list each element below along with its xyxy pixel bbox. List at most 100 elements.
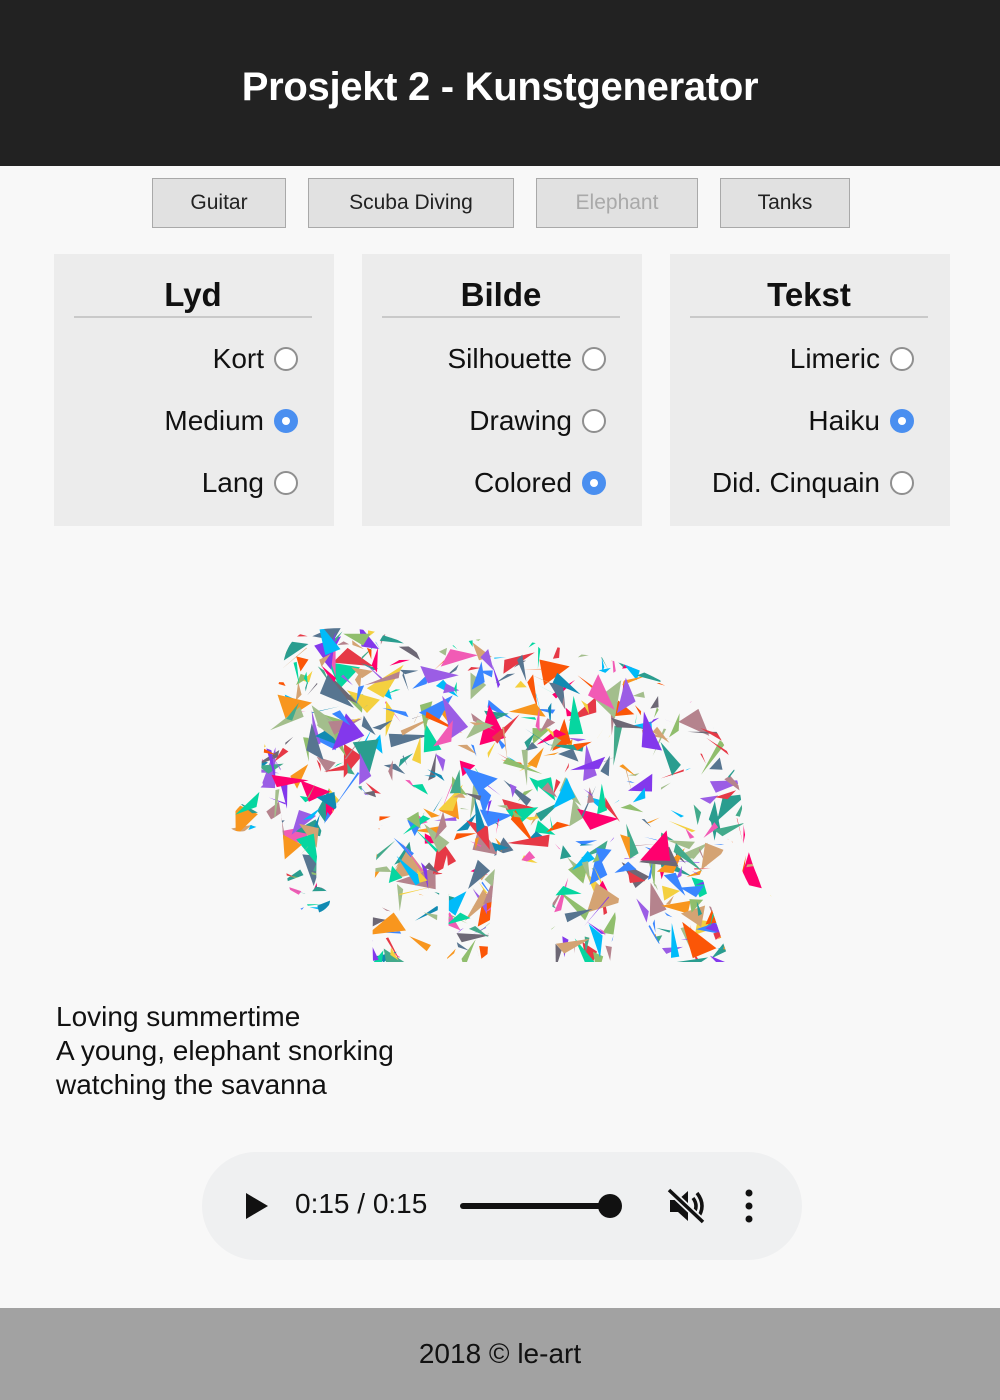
mosaic-shard <box>700 753 706 764</box>
mosaic-shard <box>263 882 284 902</box>
mosaic-shard <box>609 837 615 843</box>
mosaic-shard <box>263 679 271 687</box>
mosaic-shard <box>686 683 697 695</box>
radio-lang[interactable] <box>274 471 298 495</box>
more-vertical-icon[interactable] <box>742 1188 756 1224</box>
mosaic-shard <box>533 890 557 909</box>
option-limeric[interactable]: Limeric <box>790 342 914 376</box>
tab-scuba-diving[interactable]: Scuba Diving <box>308 178 514 228</box>
progress-handle[interactable] <box>598 1194 622 1218</box>
volume-muted-icon[interactable] <box>666 1188 706 1224</box>
mosaic-shard <box>305 931 314 948</box>
mosaic-shard <box>750 927 778 938</box>
mosaic-shard <box>433 643 448 656</box>
mosaic-shard <box>456 942 469 951</box>
mosaic-shard <box>654 707 659 718</box>
radio-silhouette[interactable] <box>582 347 606 371</box>
option-colored[interactable]: Colored <box>474 466 606 500</box>
mosaic-shard <box>235 706 255 732</box>
mosaic-shard <box>654 648 689 675</box>
mosaic-shard <box>664 912 673 918</box>
mosaic-shard <box>681 680 698 697</box>
mosaic-shard <box>285 736 294 745</box>
radio-colored[interactable] <box>582 471 606 495</box>
mosaic-shard <box>532 918 543 924</box>
mosaic-shard <box>225 898 228 926</box>
option-silhouette[interactable]: Silhouette <box>447 342 606 376</box>
mosaic-shard <box>332 647 374 667</box>
radio-drawing[interactable] <box>582 409 606 433</box>
option-drawing[interactable]: Drawing <box>469 404 606 438</box>
mosaic-shard <box>372 840 396 861</box>
mosaic-shard <box>543 752 559 756</box>
mosaic-shard <box>418 893 424 896</box>
mosaic-shard <box>312 885 332 892</box>
mosaic-shard <box>348 802 362 823</box>
mosaic-shard <box>736 905 751 922</box>
mosaic-shard <box>528 639 542 648</box>
mosaic-shard <box>577 654 589 658</box>
mosaic-shard <box>635 713 637 724</box>
mosaic-shard <box>356 866 392 872</box>
progress-track[interactable] <box>460 1203 610 1209</box>
option-did-cinquain[interactable]: Did. Cinquain <box>712 466 914 500</box>
mosaic-shard <box>508 939 516 955</box>
mosaic-shard <box>337 804 356 817</box>
mosaic-shard <box>381 907 391 912</box>
mosaic-shard <box>548 870 555 873</box>
mosaic-shard <box>593 951 604 963</box>
mosaic-shard <box>749 753 771 776</box>
mosaic-shard <box>624 905 637 915</box>
radio-medium[interactable] <box>274 409 298 433</box>
mosaic-shard <box>388 733 430 748</box>
mosaic-shard <box>274 664 282 667</box>
option-label: Drawing <box>469 405 572 436</box>
mosaic-shard <box>734 641 763 678</box>
mosaic-shard <box>339 931 352 934</box>
mosaic-shard <box>644 836 658 841</box>
tab-guitar[interactable]: Guitar <box>152 178 286 228</box>
mosaic-shard <box>728 893 750 927</box>
mosaic-shard <box>311 872 349 883</box>
option-kort[interactable]: Kort <box>213 342 298 376</box>
mosaic-shard <box>454 681 457 695</box>
mosaic-shard <box>228 700 230 721</box>
mosaic-shard <box>270 957 281 963</box>
mosaic-shard <box>346 873 365 887</box>
mosaic-shard <box>290 957 301 963</box>
mosaic-shard <box>243 865 251 878</box>
mosaic-shard <box>243 935 277 963</box>
mosaic-shard <box>712 709 729 720</box>
mosaic-shard <box>560 845 572 860</box>
option-label: Silhouette <box>447 343 572 374</box>
category-tabs: Guitar Scuba Diving Elephant Tanks <box>0 178 1000 230</box>
mosaic-shard <box>405 779 416 789</box>
mosaic-shard <box>232 917 233 933</box>
mosaic-shard <box>343 829 355 838</box>
radio-haiku[interactable] <box>890 409 914 433</box>
mosaic-shard <box>489 932 496 950</box>
option-lang[interactable]: Lang <box>202 466 298 500</box>
mosaic-shard <box>423 722 442 753</box>
option-haiku[interactable]: Haiku <box>808 404 914 438</box>
radio-kort[interactable] <box>274 347 298 371</box>
mosaic-shard <box>352 860 354 867</box>
mosaic-shard <box>238 770 247 773</box>
mosaic-shard <box>495 673 516 684</box>
tab-tanks[interactable]: Tanks <box>720 178 850 228</box>
mosaic-shard <box>251 856 267 864</box>
mosaic-shard <box>644 626 654 627</box>
mosaic-shard <box>689 693 700 703</box>
radio-limeric[interactable] <box>890 347 914 371</box>
play-icon[interactable] <box>242 1190 272 1222</box>
mosaic-shard <box>713 664 715 673</box>
mosaic-shard <box>388 760 393 781</box>
mosaic-shard <box>449 769 461 794</box>
mosaic-shard <box>529 777 539 792</box>
radio-did-cinquain[interactable] <box>890 471 914 495</box>
option-medium[interactable]: Medium <box>164 404 298 438</box>
panel-title-bilde: Bilde <box>382 276 620 318</box>
mosaic-shard <box>727 705 729 710</box>
mosaic-shard <box>616 926 637 953</box>
mosaic-shard <box>497 805 509 810</box>
